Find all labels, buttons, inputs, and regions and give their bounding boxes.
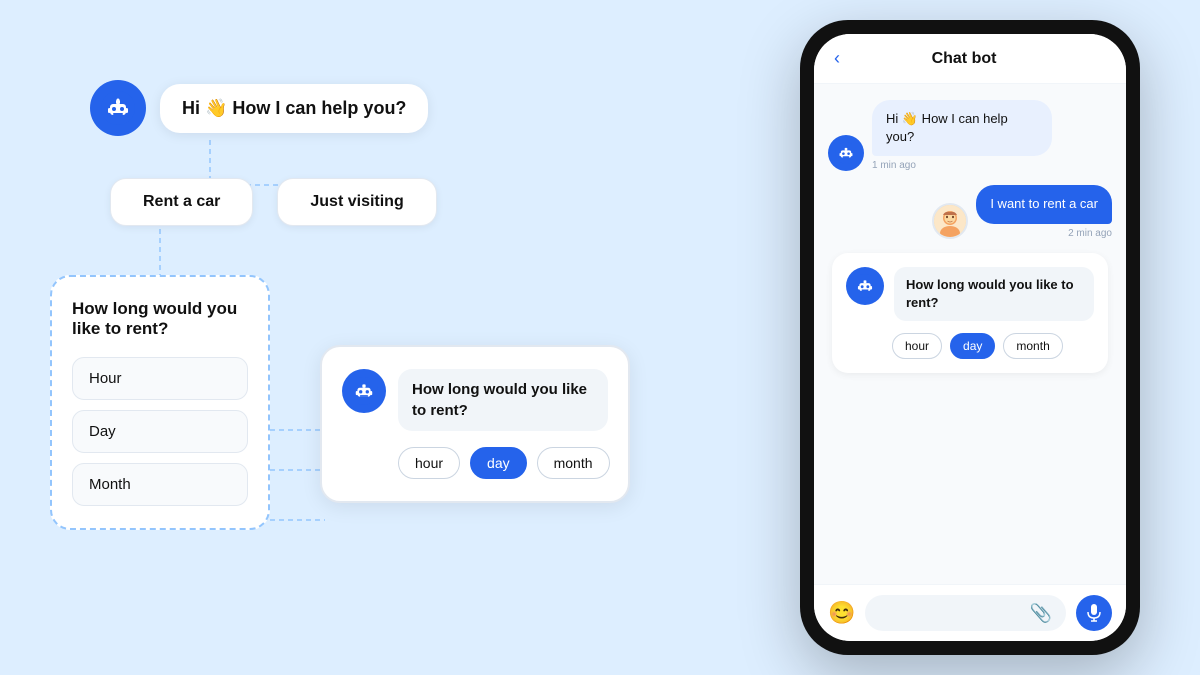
bot-avatar-preview [342, 369, 386, 413]
bot-card-question: How long would you like to rent? [894, 267, 1094, 321]
rent-option-day[interactable]: Day [72, 410, 248, 453]
greeting-bubble: Hi 👋 How I can help you? [160, 84, 428, 133]
chat-preview-options: hour day month [342, 447, 608, 479]
emoji-button[interactable]: 😊 [828, 600, 855, 626]
chip-day[interactable]: day [470, 447, 527, 479]
phone-input-bar: 😊 📎 [814, 584, 1126, 641]
user-avatar [932, 203, 968, 239]
phone-header: ‹ Chat bot [814, 34, 1126, 84]
bot-bubble-1: Hi 👋 How I can help you? [872, 100, 1052, 156]
chat-preview-row: How long would you like to rent? [342, 369, 608, 431]
chip-hour[interactable]: hour [398, 447, 460, 479]
rent-car-option[interactable]: Rent a car [110, 178, 253, 226]
phone-messages: Hi 👋 How I can help you? 1 min ago I wan… [814, 84, 1126, 584]
phone-chip-hour[interactable]: hour [892, 333, 942, 359]
options-row: Rent a car Just visiting [110, 178, 437, 226]
user-msg-time-1: 2 min ago [976, 228, 1112, 239]
attachment-icon[interactable]: 📎 [1030, 603, 1052, 624]
chat-preview-question: How long would you like to rent? [398, 369, 608, 431]
just-visiting-option[interactable]: Just visiting [277, 178, 436, 226]
rent-option-month[interactable]: Month [72, 463, 248, 506]
greeting-row: Hi 👋 How I can help you? [90, 80, 428, 136]
phone-title: Chat bot [852, 50, 1076, 68]
bot-message-1: Hi 👋 How I can help you? 1 min ago [828, 100, 1112, 171]
bot-question-card: How long would you like to rent? hour da… [832, 253, 1108, 373]
bot-avatar-card [846, 267, 884, 305]
back-button[interactable]: ‹ [834, 48, 840, 69]
user-bubble-1: I want to rent a car [976, 185, 1112, 223]
bot-card-chips: hour day month [846, 333, 1094, 359]
phone-chip-month[interactable]: month [1003, 333, 1062, 359]
user-msg-text-1: I want to rent a car [990, 195, 1098, 213]
chip-month[interactable]: month [537, 447, 610, 479]
phone-chip-day[interactable]: day [950, 333, 995, 359]
rent-flow-box: How long would you like to rent? Hour Da… [50, 275, 270, 530]
mic-button[interactable] [1076, 595, 1112, 631]
flow-area: Hi 👋 How I can help you? Rent a car Just… [30, 80, 630, 640]
rent-flow-title: How long would you like to rent? [72, 299, 248, 339]
bot-avatar-greeting [90, 80, 146, 136]
bot-msg-text-1: Hi 👋 How I can help you? [886, 110, 1038, 146]
rent-option-hour[interactable]: Hour [72, 357, 248, 400]
text-input-field[interactable]: 📎 [865, 595, 1066, 631]
bot-card-row: How long would you like to rent? [846, 267, 1094, 321]
phone-screen: ‹ Chat bot [814, 34, 1126, 641]
bot-avatar-msg1 [828, 135, 864, 171]
chat-preview-box: How long would you like to rent? hour da… [320, 345, 630, 503]
phone-shell: ‹ Chat bot [800, 20, 1140, 655]
user-message-1: I want to rent a car 2 min ago [828, 185, 1112, 238]
bot-msg-time-1: 1 min ago [872, 160, 1052, 171]
greeting-text: Hi 👋 How I can help you? [182, 98, 406, 118]
